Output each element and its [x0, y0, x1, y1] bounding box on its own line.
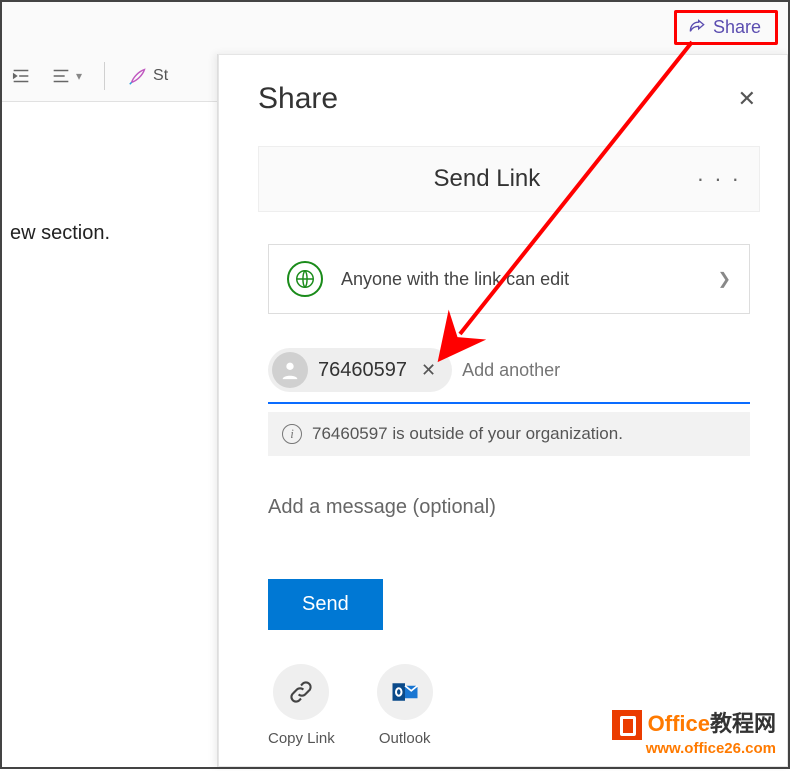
panel-header: Share ✕ — [258, 82, 760, 116]
copy-link-label: Copy Link — [268, 730, 335, 747]
panel-title: Share — [258, 82, 338, 116]
more-options-button[interactable]: · · · — [697, 166, 741, 192]
copy-link-button[interactable]: Copy Link — [268, 664, 335, 747]
styles-button[interactable]: St — [127, 65, 168, 87]
add-recipient-input[interactable] — [460, 354, 750, 387]
styles-brush-icon — [127, 65, 149, 87]
outlook-button[interactable]: Outlook — [377, 664, 433, 747]
recipient-name: 76460597 — [318, 359, 407, 382]
info-icon: i — [282, 424, 302, 444]
recipient-row: 76460597 ✕ — [268, 348, 750, 404]
align-icon — [50, 65, 72, 87]
chevron-down-icon: ▾ — [76, 69, 82, 83]
align-button[interactable]: ▾ — [50, 65, 82, 87]
indent-increase-icon — [10, 65, 32, 87]
share-button-label: Share — [713, 17, 761, 38]
external-warning: i 76460597 is outside of your organizati… — [268, 412, 750, 456]
share-footer: Copy Link Outlook — [268, 664, 760, 747]
close-button[interactable]: ✕ — [734, 82, 760, 116]
outlook-label: Outlook — [379, 730, 431, 747]
app-topbar: Share — [2, 2, 788, 50]
document-text: ew section. — [10, 222, 110, 244]
link-scope-text: Anyone with the link can edit — [341, 269, 700, 290]
recipient-pill[interactable]: 76460597 ✕ — [268, 348, 452, 392]
avatar-placeholder-icon — [272, 352, 308, 388]
share-button[interactable]: Share — [674, 10, 778, 45]
copy-link-icon — [273, 664, 329, 720]
globe-icon — [287, 261, 323, 297]
send-link-header: Send Link · · · — [258, 146, 760, 212]
ellipsis-icon: · · · — [697, 166, 741, 191]
share-panel: Share ✕ Send Link · · · Anyone with the … — [217, 54, 788, 767]
remove-recipient-button[interactable]: ✕ — [417, 360, 440, 381]
styles-label: St — [153, 67, 168, 85]
share-icon — [687, 18, 707, 38]
close-icon: ✕ — [738, 86, 756, 111]
x-icon: ✕ — [421, 360, 436, 380]
send-button[interactable]: Send — [268, 579, 383, 630]
message-input[interactable]: Add a message (optional) — [268, 496, 750, 519]
chevron-right-icon: ❯ — [718, 269, 731, 289]
link-scope-button[interactable]: Anyone with the link can edit ❯ — [268, 244, 750, 314]
toolbar-divider — [104, 62, 105, 90]
indent-button[interactable] — [10, 65, 32, 87]
send-link-title: Send Link — [277, 165, 697, 193]
outlook-icon — [377, 664, 433, 720]
warning-text: 76460597 is outside of your organization… — [312, 424, 623, 444]
